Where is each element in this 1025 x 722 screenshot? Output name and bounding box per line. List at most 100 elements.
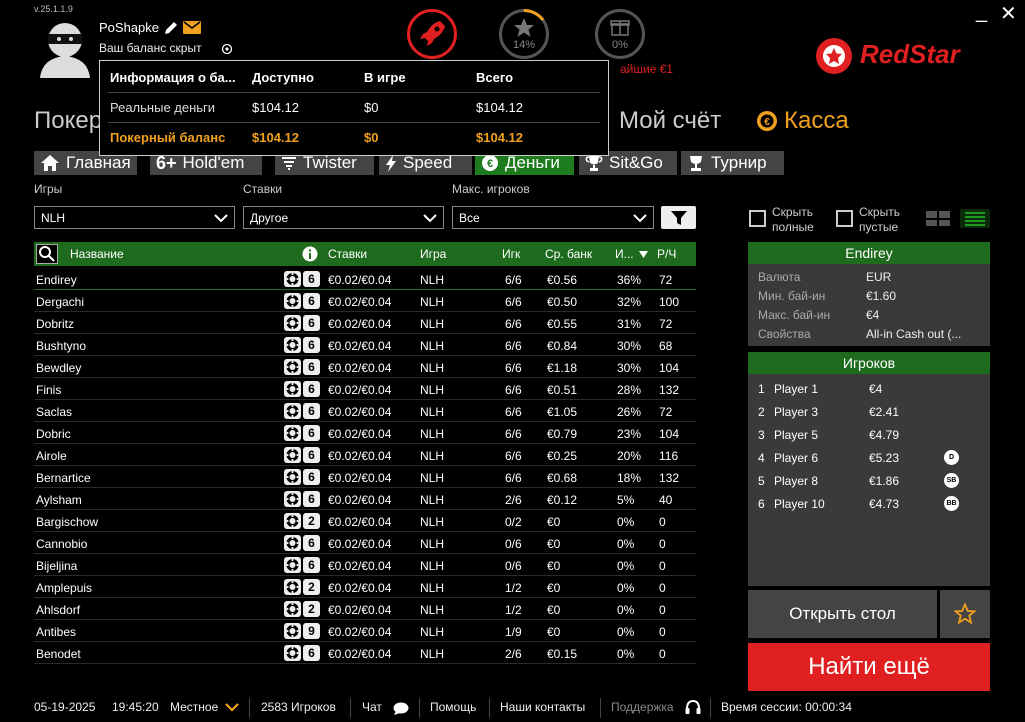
rocket-button[interactable] xyxy=(407,9,457,59)
eye-icon[interactable] xyxy=(221,43,233,55)
table-prop-row: Свойства All-in Cash out (... xyxy=(748,327,990,346)
tab-money-label: Деньги xyxy=(505,153,560,172)
poker-balance-label: Покерный баланс xyxy=(110,130,226,145)
list-view-button[interactable] xyxy=(960,209,990,228)
player-row[interactable]: 1 Player 1 €4 xyxy=(748,378,990,401)
chat-icon[interactable] xyxy=(393,702,409,715)
contacts-link[interactable]: Наши контакты xyxy=(500,700,585,714)
hide-empty-checkbox[interactable] xyxy=(836,210,853,227)
players-title: Игроков xyxy=(748,352,990,374)
gift-progress[interactable]: 0% xyxy=(595,9,645,59)
col-hands[interactable]: Р/Ч xyxy=(657,247,676,261)
table-stakes: €0.02/€0.04 xyxy=(328,515,392,529)
player-row[interactable]: 2 Player 3 €2.41 xyxy=(748,401,990,424)
table-row[interactable]: Dobritz 6 €0.02/€0.04 NLH 6/6 €0.55 31% 72 xyxy=(34,312,696,334)
col-game[interactable]: Игра xyxy=(420,247,446,261)
headset-icon[interactable] xyxy=(684,699,702,717)
col-stakes[interactable]: Ставки xyxy=(328,247,367,261)
table-row[interactable]: Benodet 6 €0.02/€0.04 NLH 2/6 €0.15 0% 0 xyxy=(34,642,696,664)
search-icon[interactable] xyxy=(36,244,58,264)
rank-progress[interactable]: 14% xyxy=(499,9,549,59)
stakes-select[interactable]: Другое xyxy=(243,206,444,229)
minimize-button[interactable]: _ xyxy=(976,2,987,22)
filter-button[interactable] xyxy=(661,206,696,229)
avatar[interactable] xyxy=(36,18,94,78)
seats-badge: 6 xyxy=(284,293,320,309)
table-avg-pot: €0 xyxy=(547,537,561,551)
table-row[interactable]: Bijeljina 6 €0.02/€0.04 NLH 0/6 €0 0% 0 xyxy=(34,554,696,576)
table-avg-pot: €0.12 xyxy=(547,493,578,507)
prop-key: Свойства xyxy=(758,327,811,341)
chevron-down-icon[interactable] xyxy=(225,702,239,712)
col-flop[interactable]: И... xyxy=(615,247,634,261)
table-hands-per-hour: 72 xyxy=(659,317,673,331)
table-avg-pot: €0 xyxy=(547,625,561,639)
support-link[interactable]: Поддержка xyxy=(611,700,674,714)
table-row[interactable]: Cannobio 6 €0.02/€0.04 NLH 0/6 €0 0% 0 xyxy=(34,532,696,554)
tab-cashier[interactable]: Касса xyxy=(784,107,849,135)
table-row[interactable]: Amplepuis 2 €0.02/€0.04 NLH 1/2 €0 0% 0 xyxy=(34,576,696,598)
table-row[interactable]: Endirey 6 €0.02/€0.04 NLH 6/6 €0.56 36% 72 xyxy=(34,268,696,290)
hide-empty-text: Скрыть пустые xyxy=(859,205,900,234)
player-stack: €4 xyxy=(869,382,883,396)
table-players: 0/6 xyxy=(505,559,522,573)
table-hands-per-hour: 116 xyxy=(659,449,679,463)
table-game: NLH xyxy=(420,339,445,353)
max-players-select[interactable]: Все xyxy=(452,206,654,229)
edit-icon[interactable] xyxy=(163,20,179,36)
player-row[interactable]: 3 Player 5 €4.79 xyxy=(748,424,990,447)
chat-link[interactable]: Чат xyxy=(362,700,382,714)
col-players[interactable]: Игк xyxy=(502,247,520,261)
table-players: 6/6 xyxy=(505,449,522,463)
seats-badge: 9 xyxy=(284,623,320,639)
favorite-button[interactable] xyxy=(940,590,990,638)
hide-full-checkbox[interactable] xyxy=(749,210,766,227)
col-name[interactable]: Название xyxy=(70,247,124,261)
info-icon[interactable] xyxy=(302,246,318,262)
table-row[interactable]: Airole 6 €0.02/€0.04 NLH 6/6 €0.25 20% 116 xyxy=(34,444,696,466)
prop-key: Мин. бай-ин xyxy=(758,289,826,303)
player-row[interactable]: 6 Player 10 €4.73 BB xyxy=(748,493,990,516)
tab-poker[interactable]: Покер xyxy=(34,107,102,135)
player-row[interactable]: 5 Player 8 €1.86 SB xyxy=(748,470,990,493)
table-row[interactable]: Antibes 9 €0.02/€0.04 NLH 1/9 €0 0% 0 xyxy=(34,620,696,642)
trophy-icon xyxy=(585,156,603,171)
table-flop-percent: 30% xyxy=(617,361,642,375)
prop-value: €1.60 xyxy=(866,289,897,303)
mail-icon[interactable] xyxy=(183,21,201,34)
table-hands-per-hour: 132 xyxy=(659,471,680,485)
footer-divider xyxy=(249,698,250,718)
help-link[interactable]: Помощь xyxy=(430,700,476,714)
table-row[interactable]: Saclas 6 €0.02/€0.04 NLH 6/6 €1.05 26% 72 xyxy=(34,400,696,422)
table-row[interactable]: Bushtyno 6 €0.02/€0.04 NLH 6/6 €0.84 30% 68 xyxy=(34,334,696,356)
col-avg-pot[interactable]: Ср. банк xyxy=(545,247,592,261)
close-button[interactable]: ✕ xyxy=(1000,4,1017,24)
open-table-button[interactable]: Открыть стол xyxy=(748,590,937,638)
tab-tournament[interactable]: Турнир xyxy=(681,151,784,175)
seats-count: 6 xyxy=(303,469,320,485)
popup-header-in-game: В игре xyxy=(364,70,406,85)
find-more-button[interactable]: Найти ещё xyxy=(748,643,990,691)
max-players-select-value: Все xyxy=(459,211,480,225)
grid-view-button[interactable] xyxy=(923,209,953,228)
rank-percent: 14% xyxy=(512,39,536,51)
table-row[interactable]: Bargischow 2 €0.02/€0.04 NLH 0/2 €0 0% 0 xyxy=(34,510,696,532)
seats-badge: 2 xyxy=(284,513,320,529)
seat-number: 3 xyxy=(758,428,765,442)
seat-number: 1 xyxy=(758,382,765,396)
table-row[interactable]: Dergachi 6 €0.02/€0.04 NLH 6/6 €0.50 32% 100 xyxy=(34,290,696,312)
table-row[interactable]: Aylsham 6 €0.02/€0.04 NLH 2/6 €0.12 5% 40 xyxy=(34,488,696,510)
player-row[interactable]: 4 Player 6 €5.23 D xyxy=(748,447,990,470)
table-hands-per-hour: 0 xyxy=(659,647,666,661)
tab-my-account[interactable]: Мой счёт xyxy=(619,107,721,135)
table-row[interactable]: Bewdley 6 €0.02/€0.04 NLH 6/6 €1.18 30% 104 xyxy=(34,356,696,378)
table-flop-percent: 23% xyxy=(617,427,642,441)
table-row[interactable]: Ahlsdorf 2 €0.02/€0.04 NLH 1/2 €0 0% 0 xyxy=(34,598,696,620)
table-row[interactable]: Finis 6 €0.02/€0.04 NLH 6/6 €0.51 28% 132 xyxy=(34,378,696,400)
timezone-select[interactable]: Местное xyxy=(170,700,218,714)
table-row[interactable]: Dobric 6 €0.02/€0.04 NLH 6/6 €0.79 23% 104 xyxy=(34,422,696,444)
games-select[interactable]: NLH xyxy=(34,206,235,229)
table-row[interactable]: Bernartice 6 €0.02/€0.04 NLH 6/6 €0.68 18% 132 xyxy=(34,466,696,488)
home-icon xyxy=(41,155,59,171)
players-panel: Игроков 1 Player 1 €4 2 Player 3 €2.41 3 Player… xyxy=(748,352,990,586)
